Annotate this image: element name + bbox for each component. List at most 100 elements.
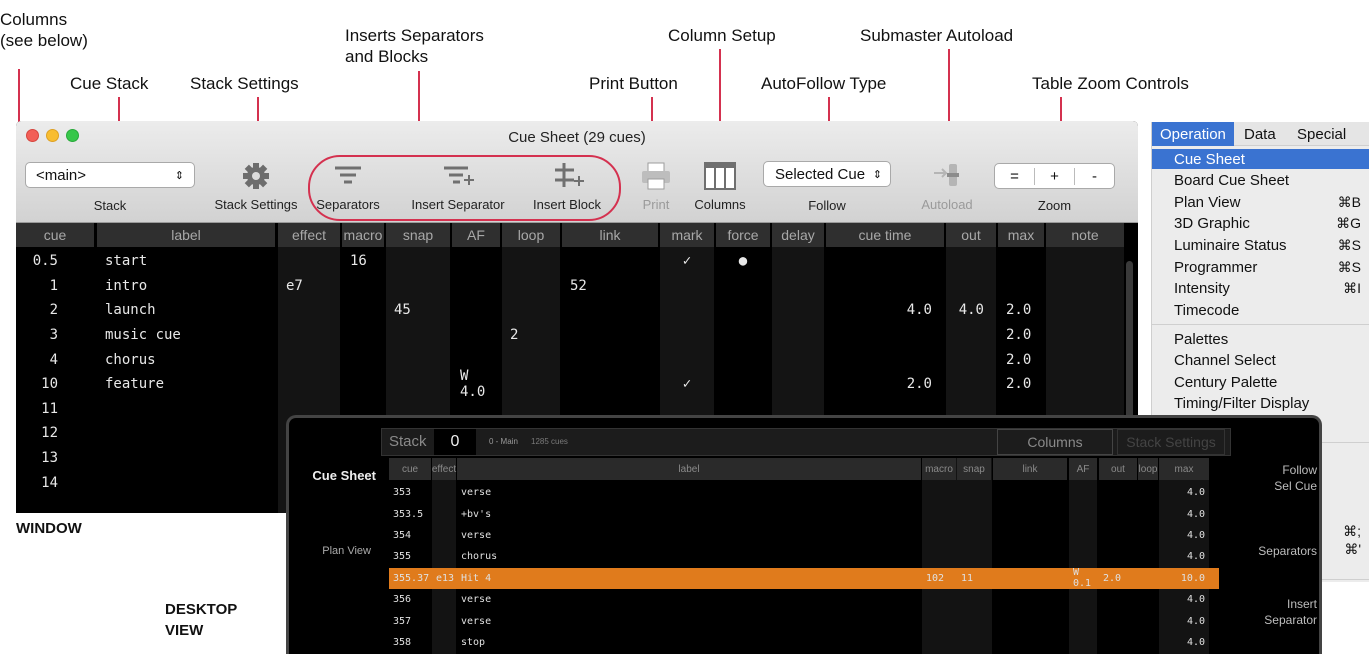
cell-macro: 102 bbox=[926, 572, 945, 584]
desktop-column-header-macro[interactable]: macro bbox=[922, 458, 956, 480]
autoload-button[interactable]: Autoload bbox=[902, 161, 992, 212]
desktop-stack-field[interactable]: 0 bbox=[434, 429, 476, 455]
table-row[interactable]: 4 chorus 2.0 bbox=[16, 347, 1138, 372]
menu-item[interactable]: 3D Graphic ⌘G bbox=[1152, 213, 1369, 235]
table-row[interactable]: 354 verse 4.0 bbox=[389, 525, 1219, 546]
cell-snap bbox=[957, 503, 991, 524]
cell-max bbox=[998, 274, 1044, 299]
stack-select-value: <main> bbox=[36, 166, 87, 184]
table-row[interactable]: 2 launch 45 4.0 4.0 2.0 bbox=[16, 298, 1138, 323]
table-row[interactable]: 10 feature W 4.0 ✓ 2.0 2.0 bbox=[16, 368, 1138, 400]
desktop-follow-sel-cue-button[interactable]: Follow Sel Cue bbox=[1229, 462, 1317, 494]
menu-item[interactable]: Century Palette bbox=[1152, 371, 1369, 393]
desktop-column-header-loop[interactable]: loop bbox=[1138, 458, 1158, 480]
cell-macro bbox=[342, 298, 384, 323]
cell-af: W 0.1 bbox=[1073, 567, 1092, 590]
desktop-insert-separator-button[interactable]: Insert Separator bbox=[1229, 596, 1317, 628]
print-button[interactable]: Print bbox=[631, 161, 681, 212]
cell-force bbox=[716, 372, 770, 397]
menu-operation[interactable]: Operation bbox=[1152, 122, 1234, 146]
insert-separator-label: Insert Separator bbox=[411, 197, 505, 212]
cell-out bbox=[1099, 525, 1137, 546]
table-row[interactable]: 355 chorus 4.0 bbox=[389, 546, 1219, 567]
separators-button[interactable]: Separators bbox=[308, 161, 388, 212]
cell-effect: e7 bbox=[286, 277, 303, 294]
column-header-effect[interactable]: effect bbox=[278, 223, 340, 247]
table-row[interactable]: 1 intro e7 52 bbox=[16, 274, 1138, 299]
desktop-stack-settings-button[interactable]: Stack Settings bbox=[1117, 429, 1225, 455]
column-header-label[interactable]: label bbox=[97, 223, 275, 247]
desktop-column-header-cue[interactable]: cue bbox=[389, 458, 431, 480]
follow-select-value: Selected Cue bbox=[775, 165, 866, 183]
column-header-mark[interactable]: mark bbox=[660, 223, 714, 247]
column-header-note[interactable]: note bbox=[1046, 223, 1124, 247]
selected-table-row[interactable]: 355.37 e13 Hit 4 102 11 W 0.1 2.0 10.0 bbox=[389, 567, 1219, 590]
column-header-cue[interactable]: cue bbox=[16, 223, 94, 247]
window-caption: WINDOW bbox=[16, 520, 82, 537]
menu-item[interactable]: Luminaire Status ⌘S bbox=[1152, 234, 1369, 256]
column-header-af[interactable]: AF bbox=[452, 223, 500, 247]
cell-cue: 13 bbox=[41, 450, 58, 467]
insert-separator-button[interactable]: Insert Separator bbox=[402, 161, 514, 212]
table-row[interactable]: 353.5 +bv's 4.0 bbox=[389, 503, 1219, 524]
column-header-max[interactable]: max bbox=[998, 223, 1044, 247]
desktop-column-header-af[interactable]: AF bbox=[1069, 458, 1097, 480]
cell-max: 10.0 bbox=[1180, 572, 1205, 584]
desktop-column-header-link[interactable]: link bbox=[993, 458, 1067, 480]
callout-stack-settings: Stack Settings bbox=[190, 74, 299, 93]
column-header-cue-time[interactable]: cue time bbox=[826, 223, 944, 247]
menu-item[interactable]: Palettes bbox=[1152, 328, 1369, 350]
menu-item[interactable]: Cue Sheet bbox=[1152, 149, 1369, 169]
table-row[interactable]: 0.5 start 16 ✓ ● bbox=[16, 249, 1138, 274]
column-header-link[interactable]: link bbox=[562, 223, 658, 247]
zoom-in-button[interactable]: + bbox=[1035, 167, 1075, 185]
menu-item-shortcut: ⌘' bbox=[1344, 540, 1361, 557]
desktop-column-header-snap[interactable]: snap bbox=[957, 458, 991, 480]
columns-button[interactable]: Columns bbox=[688, 161, 752, 212]
menu-item[interactable]: Programmer ⌘S bbox=[1152, 256, 1369, 278]
table-row[interactable]: 358 stop 4.0 bbox=[389, 632, 1219, 653]
menu-special[interactable]: Special bbox=[1289, 122, 1354, 146]
column-header-out[interactable]: out bbox=[946, 223, 996, 247]
table-row[interactable]: 357 verse 4.0 bbox=[389, 610, 1219, 631]
callout-cue-stack: Cue Stack bbox=[70, 74, 149, 93]
cell-label: music cue bbox=[105, 327, 181, 344]
table-row[interactable]: 3 music cue 2 2.0 bbox=[16, 323, 1138, 348]
cell-af bbox=[1069, 482, 1097, 503]
column-header-delay[interactable]: delay bbox=[772, 223, 824, 247]
cell-effect bbox=[432, 610, 456, 631]
menu-item[interactable]: Plan View ⌘B bbox=[1152, 191, 1369, 213]
cell-mark: ✓ bbox=[682, 253, 692, 270]
desktop-column-header-effect[interactable]: effect bbox=[432, 458, 456, 480]
desktop-nav-cue-sheet[interactable]: Cue Sheet bbox=[289, 468, 376, 484]
desktop-columns-button[interactable]: Columns bbox=[997, 429, 1113, 455]
desktop-column-header-label[interactable]: label bbox=[457, 458, 921, 480]
column-header-loop[interactable]: loop bbox=[502, 223, 560, 247]
cell-effect bbox=[278, 372, 340, 397]
table-row[interactable]: 353 verse 4.0 bbox=[389, 482, 1219, 503]
menu-item[interactable]: Channel Select bbox=[1152, 350, 1369, 372]
column-header-macro[interactable]: macro bbox=[342, 223, 384, 247]
menu-item[interactable]: Timecode bbox=[1152, 299, 1369, 321]
cell-af bbox=[1069, 503, 1097, 524]
menu-data[interactable]: Data bbox=[1236, 122, 1284, 146]
insert-block-button[interactable]: Insert Block bbox=[522, 161, 612, 212]
desktop-stack-count: 1285 cues bbox=[531, 437, 568, 446]
desktop-column-header-out[interactable]: out bbox=[1099, 458, 1137, 480]
column-header-snap[interactable]: snap bbox=[386, 223, 450, 247]
stack-settings-button[interactable]: Stack Settings bbox=[206, 161, 306, 213]
table-row[interactable]: 356 verse 4.0 bbox=[389, 589, 1219, 610]
desktop-nav-plan-view[interactable]: Plan View bbox=[289, 543, 371, 559]
zoom-reset-button[interactable]: = bbox=[995, 167, 1035, 185]
desktop-column-header-max[interactable]: max bbox=[1159, 458, 1209, 480]
menu-item[interactable]: Timing/Filter Display bbox=[1152, 393, 1369, 415]
desktop-separators-button[interactable]: Separators bbox=[1229, 543, 1317, 559]
menu-item[interactable]: Intensity ⌘I bbox=[1152, 278, 1369, 300]
follow-select[interactable]: Selected Cue ⇕ bbox=[763, 161, 891, 187]
stack-select[interactable]: <main> ⇕ bbox=[25, 162, 195, 188]
menu-item-shortcut: ⌘I bbox=[1343, 280, 1361, 297]
menu-item[interactable]: Board Cue Sheet bbox=[1152, 170, 1369, 192]
zoom-out-button[interactable]: - bbox=[1075, 168, 1114, 185]
column-header-force[interactable]: force bbox=[716, 223, 770, 247]
follow-label: Follow bbox=[808, 198, 846, 213]
